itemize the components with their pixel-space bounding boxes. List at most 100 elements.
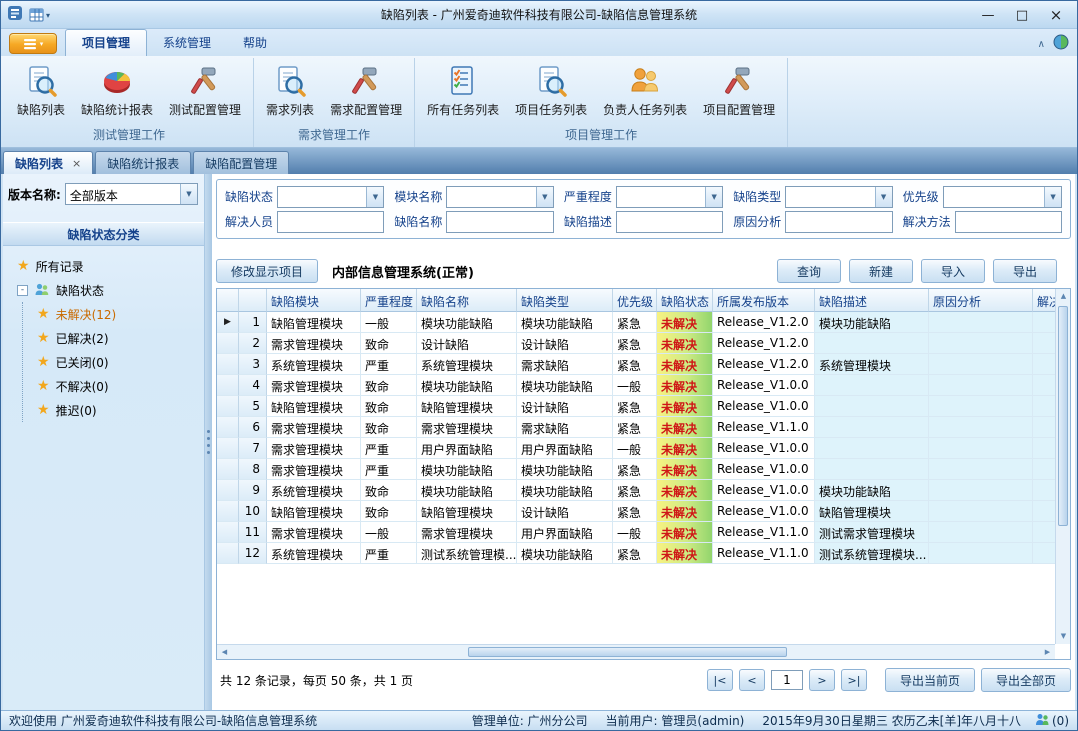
grid-cell[interactable]: 未解决 bbox=[657, 354, 713, 375]
document-tab[interactable]: 缺陷统计报表 bbox=[95, 151, 191, 174]
grid-cell[interactable] bbox=[1033, 543, 1055, 564]
prev-page-button[interactable]: < bbox=[739, 669, 765, 691]
grid-cell[interactable] bbox=[929, 543, 1033, 564]
grid-cell[interactable]: 需求缺陷 bbox=[517, 354, 613, 375]
scroll-left-icon[interactable]: ◀ bbox=[217, 645, 232, 660]
help-icon[interactable] bbox=[1053, 34, 1069, 54]
grid-cell[interactable]: 致命 bbox=[361, 480, 417, 501]
grid-cell[interactable]: 一般 bbox=[361, 312, 417, 333]
grid-cell[interactable]: 紧急 bbox=[613, 417, 657, 438]
grid-column-header[interactable]: 缺陷状态 bbox=[657, 289, 713, 312]
grid-cell[interactable]: 未解决 bbox=[657, 375, 713, 396]
grid-cell[interactable]: 紧急 bbox=[613, 459, 657, 480]
grid-column-header[interactable]: 所属发布版本 bbox=[713, 289, 815, 312]
table-row[interactable]: 6需求管理模块致命需求管理模块需求缺陷紧急未解决Release_V1.1.0 bbox=[217, 417, 1055, 438]
grid-cell[interactable]: 测试系统管理模块... bbox=[815, 543, 929, 564]
grid-cell[interactable]: 模块功能缺陷 bbox=[517, 459, 613, 480]
grid-cell[interactable]: 需求管理模块 bbox=[417, 522, 517, 543]
grid-cell[interactable] bbox=[1033, 312, 1055, 333]
grid-column-header[interactable]: 缺陷模块 bbox=[267, 289, 361, 312]
table-row[interactable]: 7需求管理模块严重用户界面缺陷用户界面缺陷一般未解决Release_V1.0.0 bbox=[217, 438, 1055, 459]
grid-cell[interactable]: 未解决 bbox=[657, 480, 713, 501]
grid-cell[interactable] bbox=[1033, 354, 1055, 375]
row-selector-cell[interactable] bbox=[217, 417, 239, 438]
grid-cell[interactable]: 未解决 bbox=[657, 501, 713, 522]
grid-cell[interactable]: 系统管理模块 bbox=[267, 354, 361, 375]
grid-cell[interactable]: 测试系统管理模... bbox=[417, 543, 517, 564]
document-tab[interactable]: 缺陷列表× bbox=[3, 151, 93, 174]
grid-cell[interactable]: 需求管理模块 bbox=[267, 459, 361, 480]
filter-text-input[interactable] bbox=[446, 211, 553, 233]
grid-cell[interactable] bbox=[929, 522, 1033, 543]
tree-item[interactable]: ★未解决(12) bbox=[37, 302, 200, 326]
grid-cell[interactable]: 模块功能缺陷 bbox=[417, 480, 517, 501]
ribbon-collapse-icon[interactable]: ∧ bbox=[1038, 39, 1045, 50]
grid-cell[interactable]: 模块功能缺陷 bbox=[517, 375, 613, 396]
row-selector-cell[interactable] bbox=[217, 375, 239, 396]
grid-cell[interactable]: 系统管理模块 bbox=[815, 354, 929, 375]
grid-cell[interactable]: 模块功能缺陷 bbox=[815, 480, 929, 501]
grid-cell[interactable]: 缺陷管理模块 bbox=[267, 501, 361, 522]
action-button[interactable]: 导入 bbox=[921, 259, 985, 283]
grid-cell[interactable]: 紧急 bbox=[613, 396, 657, 417]
row-selector-cell[interactable] bbox=[217, 522, 239, 543]
grid-cell[interactable] bbox=[929, 501, 1033, 522]
grid-cell[interactable]: 致命 bbox=[361, 375, 417, 396]
grid-cell[interactable]: 致命 bbox=[361, 417, 417, 438]
filter-text-input[interactable] bbox=[277, 211, 384, 233]
grid-cell[interactable]: 设计缺陷 bbox=[517, 396, 613, 417]
grid-cell[interactable]: 严重 bbox=[361, 438, 417, 459]
filter-dropdown[interactable]: ▼ bbox=[446, 186, 553, 208]
grid-cell[interactable]: 需求管理模块 bbox=[267, 333, 361, 354]
minimize-button[interactable]: — bbox=[971, 4, 1005, 26]
tree-item[interactable]: ★已关闭(0) bbox=[37, 350, 200, 374]
grid-cell[interactable] bbox=[815, 333, 929, 354]
grid-cell[interactable] bbox=[1033, 438, 1055, 459]
grid-cell[interactable]: 系统管理模块 bbox=[417, 354, 517, 375]
grid-column-header[interactable]: 原因分析 bbox=[929, 289, 1033, 312]
ribbon-button[interactable]: 项目任务列表 bbox=[508, 60, 594, 120]
row-selector-cell[interactable] bbox=[217, 354, 239, 375]
grid-cell[interactable] bbox=[1033, 522, 1055, 543]
horizontal-scroll-thumb[interactable] bbox=[468, 647, 786, 657]
grid-cell[interactable] bbox=[929, 438, 1033, 459]
grid-cell[interactable]: Release_V1.2.0 bbox=[713, 333, 815, 354]
grid-cell[interactable]: 缺陷管理模块 bbox=[417, 396, 517, 417]
grid-cell[interactable] bbox=[1033, 480, 1055, 501]
tree-item[interactable]: -缺陷状态 bbox=[17, 278, 200, 302]
table-row[interactable]: 8需求管理模块严重模块功能缺陷模块功能缺陷紧急未解决Release_V1.0.0 bbox=[217, 459, 1055, 480]
grid-cell[interactable]: Release_V1.0.0 bbox=[713, 459, 815, 480]
grid-cell[interactable] bbox=[1033, 375, 1055, 396]
grid-column-header[interactable]: 缺陷描述 bbox=[815, 289, 929, 312]
grid-cell[interactable]: 模块功能缺陷 bbox=[417, 459, 517, 480]
document-tab[interactable]: 缺陷配置管理 bbox=[193, 151, 289, 174]
grid-cell[interactable]: Release_V1.0.0 bbox=[713, 396, 815, 417]
grid-cell[interactable] bbox=[929, 417, 1033, 438]
grid-cell[interactable] bbox=[929, 312, 1033, 333]
grid-cell[interactable]: 一般 bbox=[613, 438, 657, 459]
grid-cell[interactable] bbox=[929, 480, 1033, 501]
row-selector-cell[interactable] bbox=[217, 543, 239, 564]
table-row[interactable]: ▶1缺陷管理模块一般模块功能缺陷模块功能缺陷紧急未解决Release_V1.2.… bbox=[217, 312, 1055, 333]
grid-cell[interactable]: 一般 bbox=[613, 375, 657, 396]
grid-cell[interactable] bbox=[815, 438, 929, 459]
grid-cell[interactable]: Release_V1.1.0 bbox=[713, 543, 815, 564]
grid-cell[interactable]: 未解决 bbox=[657, 333, 713, 354]
chevron-down-icon[interactable]: ▼ bbox=[536, 187, 553, 207]
export-all-pages-button[interactable]: 导出全部页 bbox=[981, 668, 1071, 692]
grid-cell[interactable]: Release_V1.1.0 bbox=[713, 522, 815, 543]
grid-cell[interactable]: 致命 bbox=[361, 333, 417, 354]
grid-cell[interactable]: 缺陷管理模块 bbox=[417, 501, 517, 522]
next-page-button[interactable]: > bbox=[809, 669, 835, 691]
grid-cell[interactable] bbox=[929, 333, 1033, 354]
ribbon-button[interactable]: 负责人任务列表 bbox=[596, 60, 694, 120]
scroll-up-icon[interactable]: ▲ bbox=[1056, 289, 1071, 304]
grid-column-header[interactable]: 缺陷名称 bbox=[417, 289, 517, 312]
grid-cell[interactable]: 设计缺陷 bbox=[417, 333, 517, 354]
filter-dropdown[interactable]: ▼ bbox=[785, 186, 892, 208]
tree-item[interactable]: ★已解决(2) bbox=[37, 326, 200, 350]
grid-cell[interactable]: 系统管理模块 bbox=[267, 543, 361, 564]
scroll-down-icon[interactable]: ▼ bbox=[1056, 629, 1071, 644]
grid-cell[interactable]: 模块功能缺陷 bbox=[517, 312, 613, 333]
sidebar-splitter[interactable] bbox=[205, 174, 212, 710]
